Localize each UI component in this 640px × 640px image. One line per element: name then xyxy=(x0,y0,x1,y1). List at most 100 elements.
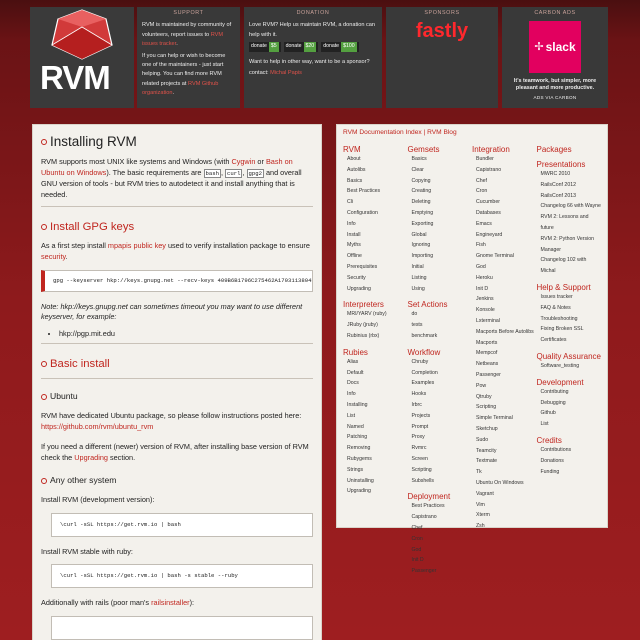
blog-link[interactable]: RVM Blog xyxy=(427,129,457,136)
sidebar-link[interactable]: Konsole xyxy=(476,305,537,316)
sidebar-link[interactable]: List xyxy=(347,411,408,422)
sidebar-link[interactable]: Cli xyxy=(347,197,408,208)
sidebar-link[interactable]: Contributing xyxy=(541,387,602,398)
sidebar-link[interactable]: Funding xyxy=(541,467,602,478)
sidebar-link[interactable]: Named xyxy=(347,422,408,433)
sidebar-link[interactable]: Hooks xyxy=(412,389,473,400)
sidebar-link[interactable]: tests xyxy=(412,320,473,331)
sidebar-link[interactable]: Completion xyxy=(412,368,473,379)
fastly-logo[interactable]: fastly xyxy=(386,21,498,41)
anchor-icon[interactable] xyxy=(41,393,47,400)
anchor-icon[interactable] xyxy=(41,224,47,231)
sidebar-link[interactable]: Info xyxy=(347,389,408,400)
sidebar-link[interactable]: Rubinius (rbx) xyxy=(347,331,408,342)
sidebar-link[interactable]: Prerequisites xyxy=(347,262,408,273)
security-link[interactable]: security xyxy=(41,252,66,261)
sidebar-link[interactable]: Changelog 66 with Wayne xyxy=(541,201,602,212)
sidebar-link[interactable]: Upgrading xyxy=(347,284,408,295)
sidebar-link[interactable]: Alias xyxy=(347,357,408,368)
sidebar-section-heading[interactable]: Workflow xyxy=(408,348,473,357)
donate-20-button[interactable]: donate $20 xyxy=(283,42,319,52)
sidebar-link[interactable]: Capistrano xyxy=(476,165,537,176)
sidebar-link[interactable]: Vagrant xyxy=(476,489,537,500)
upgrading-link[interactable]: Upgrading xyxy=(74,453,108,462)
sidebar-section-heading[interactable]: Deployment xyxy=(408,492,473,501)
sidebar-link[interactable]: RVM 2: Python Version Manager xyxy=(541,234,602,256)
sidebar-link[interactable]: Fish xyxy=(476,240,537,251)
sidebar-link[interactable]: Troubleshooting xyxy=(541,314,602,325)
sidebar-link[interactable]: Fixing Broken SSL xyxy=(541,324,602,335)
sidebar-section-heading[interactable]: Interpreters xyxy=(343,300,408,309)
sidebar-link[interactable]: Ubuntu On Windows xyxy=(476,478,537,489)
sidebar-link[interactable]: Using xyxy=(412,284,473,295)
sidebar-link[interactable]: Sketchup xyxy=(476,424,537,435)
rvm-logo[interactable]: RVM xyxy=(30,7,134,108)
railsinstaller-link[interactable]: railsinstaller xyxy=(151,598,190,607)
sidebar-link[interactable]: Sudo xyxy=(476,435,537,446)
sidebar-link[interactable]: Textmate xyxy=(476,456,537,467)
carbon-ad-text[interactable]: It's teamwork, but simpler, more pleasan… xyxy=(502,78,608,92)
anchor-icon[interactable] xyxy=(41,477,47,484)
contact-link[interactable]: Michal Papis xyxy=(270,70,302,76)
sidebar-link[interactable]: Engineyard xyxy=(476,230,537,241)
sidebar-link[interactable]: Pow xyxy=(476,381,537,392)
sidebar-link[interactable]: Importing xyxy=(412,251,473,262)
doc-index-link[interactable]: RVM Documentation Index xyxy=(343,129,422,136)
sidebar-section-heading[interactable]: Presentations xyxy=(537,160,602,169)
sidebar-link[interactable]: Clear xyxy=(412,165,473,176)
sidebar-link[interactable]: Zsh xyxy=(476,521,537,532)
carbon-via[interactable]: ADS VIA CARBON xyxy=(502,94,608,101)
sidebar-link[interactable]: Changelog 102 with Michal xyxy=(541,255,602,277)
sidebar-link[interactable]: Contributions xyxy=(541,445,602,456)
sidebar-link[interactable]: Initial xyxy=(412,262,473,273)
sidebar-section-heading[interactable]: Credits xyxy=(537,436,602,445)
sidebar-link[interactable]: Databases xyxy=(476,208,537,219)
sidebar-link[interactable]: FAQ & Notes xyxy=(541,303,602,314)
sidebar-link[interactable]: God xyxy=(476,262,537,273)
sidebar-link[interactable]: JRuby (jruby) xyxy=(347,320,408,331)
sidebar-link[interactable]: Software_testing xyxy=(541,361,602,372)
sidebar-link[interactable]: Heroku xyxy=(476,273,537,284)
sidebar-link[interactable]: Best Practices xyxy=(347,186,408,197)
sidebar-link[interactable]: Rvmrc xyxy=(412,443,473,454)
sidebar-section-heading[interactable]: Help & Support xyxy=(537,283,602,292)
sidebar-link[interactable]: Install xyxy=(347,230,408,241)
sidebar-link[interactable]: Security xyxy=(347,273,408,284)
sidebar-link[interactable]: do xyxy=(412,309,473,320)
donate-5-button[interactable]: donate $5 xyxy=(249,42,281,52)
sidebar-link[interactable]: Basics xyxy=(347,176,408,187)
sidebar-link[interactable]: Passenger xyxy=(476,370,537,381)
stable-command[interactable]: \curl -sSL https://get.rvm.io | bash -s … xyxy=(51,564,313,589)
sidebar-link[interactable]: Scripting xyxy=(476,402,537,413)
sidebar-link[interactable]: RailsConf 2013 xyxy=(541,191,602,202)
sidebar-section-heading[interactable]: Set Actions xyxy=(408,300,473,309)
sidebar-link[interactable]: Myths xyxy=(347,240,408,251)
sidebar-link[interactable]: Teamcity xyxy=(476,446,537,457)
sidebar-link[interactable]: Cron xyxy=(476,186,537,197)
sidebar-link[interactable]: Projects xyxy=(412,411,473,422)
sidebar-link[interactable]: Info xyxy=(347,219,408,230)
sidebar-section-heading[interactable]: Integration xyxy=(472,145,537,154)
sidebar-link[interactable]: Docs xyxy=(347,378,408,389)
sidebar-link[interactable]: Passenger xyxy=(412,566,473,577)
sidebar-link[interactable]: Bundler xyxy=(476,154,537,165)
sidebar-link[interactable]: Rubygems xyxy=(347,454,408,465)
sidebar-section-heading[interactable]: Quality Assurance xyxy=(537,352,602,361)
sidebar-link[interactable]: Screen xyxy=(412,454,473,465)
sidebar-link[interactable]: Proxy xyxy=(412,432,473,443)
sidebar-link[interactable]: Patching xyxy=(347,432,408,443)
sidebar-link[interactable]: benchmark xyxy=(412,331,473,342)
sidebar-link[interactable]: About xyxy=(347,154,408,165)
sidebar-section-heading[interactable]: Packages xyxy=(537,145,602,154)
sidebar-link[interactable]: Default xyxy=(347,368,408,379)
cygwin-link[interactable]: Cygwin xyxy=(231,157,255,166)
sidebar-link[interactable]: Configuration xyxy=(347,208,408,219)
carbon-ad[interactable]: ✢ slack xyxy=(529,21,581,74)
sidebar-link[interactable]: RVM 2: Lessons and future xyxy=(541,212,602,234)
sidebar-link[interactable]: Prompt xyxy=(412,422,473,433)
sidebar-link[interactable]: Basics xyxy=(412,154,473,165)
sidebar-link[interactable]: Autolibs xyxy=(347,165,408,176)
anchor-icon[interactable] xyxy=(41,361,47,368)
anchor-icon[interactable] xyxy=(41,139,47,145)
sidebar-link[interactable]: God xyxy=(412,545,473,556)
